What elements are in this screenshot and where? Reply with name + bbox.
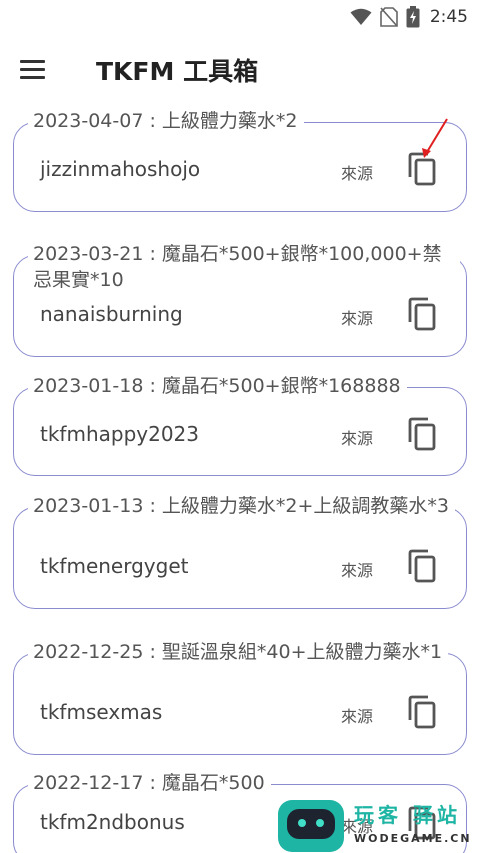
code-card: 2023-01-13 : 上級體力藥水*2+上級調教藥水*3 tkfmenerg… — [13, 493, 467, 609]
status-icons: 2:45 — [350, 5, 468, 29]
no-sim-icon — [380, 7, 398, 27]
copy-icon[interactable] — [406, 296, 438, 332]
redeem-code-text: tkfmenergyget — [40, 554, 189, 578]
code-card: 2023-03-21 : 魔晶石*500+銀幣*100,000+禁忌果實*10 … — [13, 241, 467, 357]
annotation-arrow-icon — [422, 118, 448, 158]
source-link[interactable]: 來源 — [341, 160, 373, 184]
hamburger-menu-icon[interactable] — [20, 54, 54, 84]
source-link[interactable]: 來源 — [341, 305, 373, 329]
status-bar: 2:45 — [0, 0, 480, 34]
code-reward-title: 2023-03-21 : 魔晶石*500+銀幣*100,000+禁忌果實*10 — [28, 241, 460, 293]
source-link[interactable]: 來源 — [341, 557, 373, 581]
code-card: 2023-01-18 : 魔晶石*500+銀幣*168888 tkfmhappy… — [13, 373, 467, 476]
watermark-url: WODEGAME.CN — [354, 832, 472, 845]
app-bar: TKFM 工具箱 — [0, 34, 480, 106]
watermark-title: 玩客 驿站 — [354, 803, 461, 827]
code-reward-title: 2022-12-25 : 聖誕溫泉組*40+上級體力藥水*1 — [28, 639, 449, 665]
watermark: 玩客 驿站 WODEGAME.CN — [275, 797, 480, 853]
code-card: 2022-12-25 : 聖誕溫泉組*40+上級體力藥水*1 tkfmsexma… — [13, 639, 467, 755]
redeem-code-text: jizzinmahoshojo — [40, 157, 201, 181]
source-link[interactable]: 來源 — [341, 425, 373, 449]
copy-icon[interactable] — [406, 416, 438, 452]
code-list[interactable]: 2023-04-07 : 上級體力藥水*2 jizzinmahoshojo 來源… — [0, 106, 480, 853]
status-time: 2:45 — [429, 7, 468, 27]
code-reward-title: 2023-01-13 : 上級體力藥水*2+上級調教藥水*3 — [28, 493, 455, 519]
redeem-code-text: tkfmsexmas — [40, 700, 163, 724]
code-reward-title: 2023-01-18 : 魔晶石*500+銀幣*168888 — [28, 373, 407, 399]
redeem-code-text: nanaisburning — [40, 302, 183, 326]
robot-logo-icon — [278, 800, 344, 852]
battery-charging-icon — [406, 6, 420, 28]
redeem-code-text: tkfm2ndbonus — [40, 810, 185, 834]
code-reward-title: 2023-04-07 : 上級體力藥水*2 — [28, 108, 304, 134]
code-reward-title: 2022-12-17 : 魔晶石*500 — [28, 770, 271, 796]
copy-icon[interactable] — [406, 548, 438, 584]
wifi-icon — [350, 8, 372, 25]
copy-icon[interactable] — [406, 694, 438, 730]
redeem-code-text: tkfmhappy2023 — [40, 422, 200, 446]
source-link[interactable]: 來源 — [341, 703, 373, 727]
code-card: 2023-04-07 : 上級體力藥水*2 jizzinmahoshojo 來源 — [13, 108, 467, 212]
app-title: TKFM 工具箱 — [96, 57, 259, 86]
